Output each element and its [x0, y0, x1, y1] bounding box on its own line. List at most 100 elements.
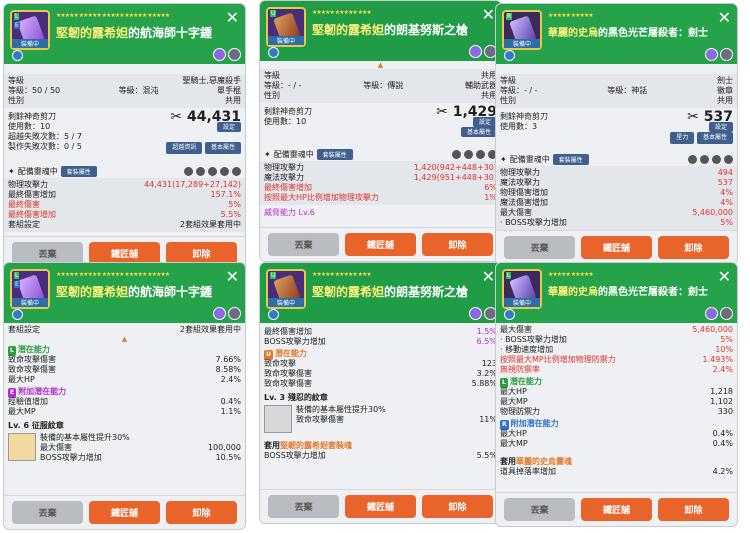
equip-slot-icon[interactable] — [464, 149, 473, 159]
item-title: 堅韌的露希妲的航海師十字鍾 — [56, 26, 213, 40]
stat-row: BOSS攻擊力增加 6.5% — [264, 337, 497, 346]
stat-row: 經驗值增加 0.4% — [8, 397, 241, 406]
skill-chip-icon[interactable] — [469, 45, 482, 58]
discard-button[interactable]: 丟棄 — [268, 233, 339, 256]
stat-row: 魔法傷害增加 4% — [500, 198, 733, 207]
play-icon[interactable] — [268, 309, 279, 320]
scissors-label: 剩餘神奇剪刀 — [500, 112, 548, 121]
scissors-label: 剩餘神奇剪刀 — [264, 107, 312, 116]
equip-slot-icon[interactable] — [452, 149, 461, 159]
play-icon[interactable] — [504, 50, 515, 61]
scroll-up-icon[interactable]: ▲ — [264, 61, 497, 69]
transcend-info-button[interactable]: 超越資訊 — [166, 142, 203, 154]
stat-row: 最大HP 2.4% — [8, 375, 241, 384]
equip-slot-icon[interactable] — [196, 166, 205, 176]
play-icon[interactable] — [268, 47, 279, 58]
close-icon[interactable]: ✕ — [482, 269, 495, 285]
skill-chip-icon[interactable] — [705, 48, 718, 61]
unequip-button[interactable]: 卸除 — [422, 233, 493, 256]
stat-row: · BOSS攻擊力增加 5% — [500, 218, 733, 227]
item-icon: R 裝備中 — [502, 10, 542, 50]
set-button[interactable]: 設定 — [216, 122, 241, 132]
blacksmith-button[interactable]: 鐵匠舖 — [345, 495, 416, 518]
stat-row: 最大HP 0.4% — [500, 429, 733, 438]
discard-button[interactable]: 丟棄 — [504, 236, 575, 259]
scissors-label: 剩餘神奇剪刀 — [8, 112, 56, 121]
used-count: 使用數：10 — [8, 122, 51, 131]
equip-slot-icon[interactable] — [688, 154, 697, 164]
equip-slot-icon[interactable] — [724, 154, 733, 164]
equip-slot-icon[interactable] — [700, 154, 709, 164]
skill-chip-icon[interactable] — [469, 307, 482, 320]
info-row: 等級 劍士 — [500, 76, 733, 85]
item-title: 堅韌的露希妲的朗基努斯之槍 — [312, 285, 469, 299]
set-soul-title: 套用華麗的史烏靈魂 — [500, 457, 572, 466]
equip-slot-icon[interactable] — [220, 166, 229, 176]
equip-slot-icon[interactable] — [232, 166, 241, 176]
equip-slot-icon[interactable] — [208, 166, 217, 176]
additional-potential-title: E 附加潛在能力 — [8, 387, 67, 398]
play-icon[interactable] — [504, 309, 515, 320]
equip-slot-icon[interactable] — [476, 149, 485, 159]
settings-chip-icon[interactable] — [228, 307, 241, 320]
set-attr-button[interactable]: 套裝屬性 — [60, 165, 97, 177]
set-attr-button[interactable]: 套裝屬性 — [316, 148, 353, 160]
potential-title: 威脅能力 Lv.6 — [264, 208, 315, 217]
star-rating: ★★★★★ ★★★★★ ★★★★★ ★★★★★ ★★★★★ — [56, 271, 170, 278]
item-title: 堅韌的露希妲的航海師十字鍾 — [56, 285, 213, 299]
set-button[interactable]: 設定 — [472, 117, 497, 127]
blacksmith-button[interactable]: 鐵匠舖 — [89, 501, 160, 524]
blacksmith-button[interactable]: 鐵匠舖 — [345, 233, 416, 256]
potential-title: L 潛在能力 — [500, 377, 542, 388]
close-icon[interactable]: ✕ — [718, 269, 731, 285]
base-stat-button[interactable]: 基本屬性 — [204, 142, 241, 154]
blacksmith-button[interactable]: 鐵匠舖 — [581, 236, 652, 259]
starforce-button[interactable]: 星力 — [670, 132, 695, 144]
info-row: 等級：- / - 等級：神話 徽章 — [500, 86, 733, 95]
play-icon[interactable] — [12, 50, 23, 61]
item-panel-2: U 裝備中 ★★★★★ ★★★★★ ★★★ 堅韌的露希妲的朗基努斯之槍 ✕ ▲ 等… — [259, 0, 502, 262]
equip-slot-icon[interactable] — [184, 166, 193, 176]
discard-button[interactable]: 丟棄 — [12, 501, 83, 524]
info-row: 等級 共用 — [264, 71, 497, 80]
stat-row: 套組設定 2套組效果套用中 — [8, 220, 241, 229]
settings-chip-icon[interactable] — [228, 48, 241, 61]
settings-chip-icon[interactable] — [720, 307, 733, 320]
discard-button[interactable]: 丟棄 — [504, 498, 575, 521]
craft-fail-count: 製作失敗次數：0 / 5 — [8, 142, 82, 151]
close-icon[interactable]: ✕ — [226, 269, 239, 285]
info-row: 等級：- / - 等級：傳說 輔助武器 — [264, 81, 497, 90]
stat-row: 物理攻擊力 44,431(17,289+27,142) — [8, 180, 241, 189]
stat-row: 最大MP 0.4% — [500, 439, 733, 448]
soul-icon: ✦ — [264, 149, 271, 159]
set-button[interactable]: 設定 — [708, 122, 733, 132]
unequip-button[interactable]: 卸除 — [166, 501, 237, 524]
unequip-button[interactable]: 卸除 — [422, 495, 493, 518]
stat-row: 最大傷害 5,460,000 — [500, 325, 733, 334]
base-stat-button[interactable]: 基本屬性 — [460, 127, 497, 137]
stat-row: 物理防禦力 330 — [500, 407, 733, 416]
close-icon[interactable]: ✕ — [482, 7, 495, 23]
skill-chip-icon[interactable] — [213, 48, 226, 61]
set-attr-button[interactable]: 套裝屬性 — [552, 153, 589, 165]
blacksmith-button[interactable]: 鐵匠舖 — [581, 498, 652, 521]
stat-row: 致命攻擊傷害 8.58% — [8, 365, 241, 374]
close-icon[interactable]: ✕ — [718, 10, 731, 26]
unequip-button[interactable]: 卸除 — [658, 236, 729, 259]
equip-slot-icon[interactable] — [712, 154, 721, 164]
unequip-button[interactable]: 卸除 — [658, 498, 729, 521]
skill-chip-icon[interactable] — [705, 307, 718, 320]
close-icon[interactable]: ✕ — [226, 10, 239, 26]
settings-chip-icon[interactable] — [720, 48, 733, 61]
skill-chip-icon[interactable] — [213, 307, 226, 320]
item-panel-5: U 裝備中 ★★★★★ ★★★★★ ★★★ 堅韌的露希妲的朗基努斯之槍 ✕ 最終傷… — [259, 262, 502, 524]
discard-button[interactable]: 丟棄 — [268, 495, 339, 518]
soul-icon: ✦ — [8, 166, 15, 176]
star-rating: ★★★★★ ★★★★★ — [548, 12, 594, 19]
stat-row: 物理攻擊力 494 — [500, 168, 733, 177]
scroll-up-icon[interactable]: ▲ — [8, 335, 241, 343]
play-icon[interactable] — [12, 309, 23, 320]
stat-row: 致命攻擊傷害 11% — [296, 415, 497, 424]
item-title: 華麗的史烏的黑色光芒屠殺者：劍士 — [548, 28, 708, 39]
base-stat-button[interactable]: 基本屬性 — [696, 132, 733, 144]
